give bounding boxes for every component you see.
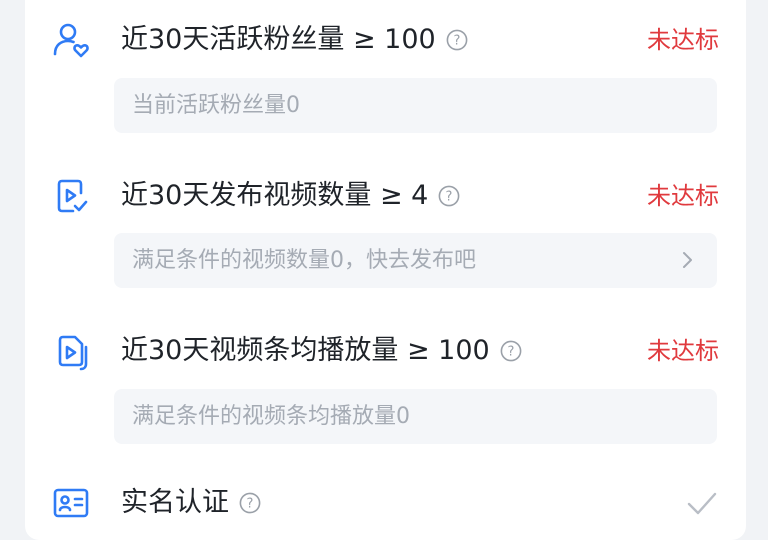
requirement-title-text: 近30天发布视频数量 ≥ 4	[121, 180, 429, 211]
requirement-detail-box: 当前活跃粉丝量0	[114, 78, 717, 133]
requirement-title: 实名认证 ?	[121, 483, 261, 523]
video-play-count-icon	[51, 331, 91, 371]
svg-text:?: ?	[446, 190, 453, 205]
requirement-title-text: 实名认证	[121, 487, 229, 518]
requirement-detail-box: 满足条件的视频条均播放量0	[114, 389, 717, 444]
video-publish-icon	[51, 176, 91, 216]
check-icon	[685, 486, 719, 520]
requirement-title: 近30天活跃粉丝量 ≥ 100 ?	[121, 20, 468, 60]
help-icon[interactable]: ?	[239, 492, 261, 514]
svg-text:?: ?	[507, 345, 514, 360]
status-badge: 未达标	[647, 182, 719, 210]
chevron-right-icon	[677, 250, 697, 270]
help-icon[interactable]: ?	[446, 29, 468, 51]
requirement-detail: 满足条件的视频数量0，快去发布吧	[132, 248, 476, 273]
help-icon[interactable]: ?	[500, 340, 522, 362]
svg-text:?: ?	[247, 497, 254, 512]
help-icon[interactable]: ?	[438, 185, 460, 207]
id-card-icon	[51, 483, 91, 523]
requirement-detail: 当前活跃粉丝量0	[132, 93, 300, 118]
status-badge: 未达标	[647, 337, 719, 365]
svg-text:?: ?	[453, 34, 460, 49]
requirements-card: 近30天活跃粉丝量 ≥ 100 ? 未达标 当前活跃粉丝量0 近30天发布视频数…	[25, 0, 746, 540]
requirement-detail-box[interactable]: 满足条件的视频数量0，快去发布吧	[114, 233, 717, 288]
follower-heart-icon	[51, 20, 91, 60]
requirement-title-text: 近30天活跃粉丝量 ≥ 100	[121, 24, 436, 55]
requirement-title: 近30天发布视频数量 ≥ 4 ?	[121, 176, 460, 216]
requirement-detail: 满足条件的视频条均播放量0	[132, 404, 410, 429]
requirement-title: 近30天视频条均播放量 ≥ 100 ?	[121, 331, 522, 371]
status-badge: 未达标	[647, 26, 719, 54]
requirement-title-text: 近30天视频条均播放量 ≥ 100	[121, 335, 490, 366]
